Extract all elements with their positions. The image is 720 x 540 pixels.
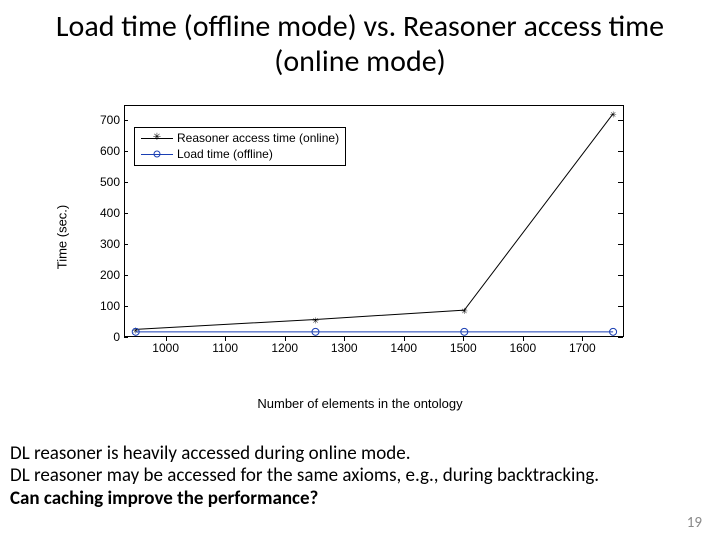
x-tick-label: 1500 bbox=[450, 341, 477, 355]
y-tick-label: 200 bbox=[100, 268, 120, 282]
star-icon: ✳ bbox=[141, 132, 173, 144]
y-axis-label: Time (sec.) bbox=[55, 205, 70, 270]
y-tick-label: 300 bbox=[100, 237, 120, 251]
x-axis-label: Number of elements in the ontology bbox=[257, 396, 462, 411]
svg-text:✳: ✳ bbox=[312, 313, 319, 326]
x-tick-label: 1600 bbox=[509, 341, 536, 355]
legend-entry-offline: Load time (offline) bbox=[141, 146, 339, 162]
svg-text:✳: ✳ bbox=[610, 108, 617, 121]
circle-icon bbox=[141, 148, 173, 160]
chart-container: Time (sec.) Number of elements in the on… bbox=[80, 97, 640, 377]
x-tick-label: 1200 bbox=[271, 341, 298, 355]
x-tick-label: 1400 bbox=[390, 341, 417, 355]
note-line-3: Can caching improve the performance? bbox=[10, 488, 710, 510]
x-tick-label: 1000 bbox=[152, 341, 179, 355]
note-line-2: DL reasoner may be accessed for the same… bbox=[10, 465, 710, 487]
slide-title: Load time (offline mode) vs. Reasoner ac… bbox=[0, 0, 720, 79]
y-tick-label: 500 bbox=[100, 175, 120, 189]
x-tick-label: 1100 bbox=[212, 341, 238, 355]
x-tick-label: 1300 bbox=[331, 341, 358, 355]
y-tick-label: 0 bbox=[113, 330, 120, 344]
note-line-1: DL reasoner is heavily accessed during o… bbox=[10, 443, 710, 465]
y-tick-label: 400 bbox=[100, 206, 120, 220]
notes-block: DL reasoner is heavily accessed during o… bbox=[10, 443, 710, 510]
legend-entry-online: ✳ Reasoner access time (online) bbox=[141, 130, 339, 146]
y-tick-label: 700 bbox=[100, 113, 120, 127]
svg-text:✳: ✳ bbox=[461, 304, 468, 317]
page-number: 19 bbox=[687, 514, 702, 532]
legend-label: Load time (offline) bbox=[177, 147, 273, 161]
legend-label: Reasoner access time (online) bbox=[177, 131, 339, 145]
y-tick-label: 600 bbox=[100, 144, 120, 158]
y-tick-label: 100 bbox=[100, 299, 120, 313]
x-tick-label: 1700 bbox=[569, 341, 596, 355]
legend: ✳ Reasoner access time (online) Load tim… bbox=[134, 127, 346, 166]
